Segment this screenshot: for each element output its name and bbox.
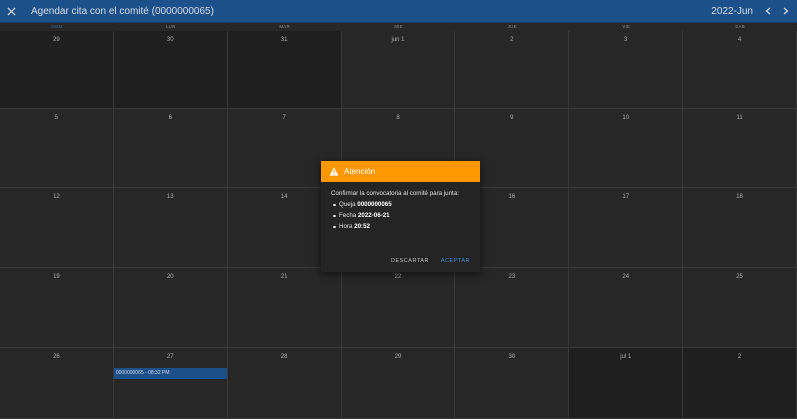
detail-item-hora: Hora 20:52: [333, 221, 470, 232]
accept-button[interactable]: ACEPTAR: [441, 258, 470, 264]
detail-item-queja: Queja 0000000065: [333, 199, 470, 210]
detail-list: Queja 0000000065 Fecha 2022-06-21 Hora 2…: [331, 199, 470, 232]
dialog-actions: DESCARTAR ACEPTAR: [391, 258, 470, 264]
dialog-body: Confirmar la convocatoria al comité para…: [321, 182, 480, 232]
confirm-dialog: Atención Confirmar la convocatoria al co…: [321, 161, 480, 272]
dialog-header: Atención: [321, 161, 480, 182]
detail-item-fecha: Fecha 2022-06-21: [333, 210, 470, 221]
dialog-heading: Atención: [344, 167, 376, 176]
warning-icon: [329, 167, 339, 176]
discard-button[interactable]: DESCARTAR: [391, 258, 429, 264]
dialog-message: Confirmar la convocatoria al comité para…: [331, 190, 459, 197]
